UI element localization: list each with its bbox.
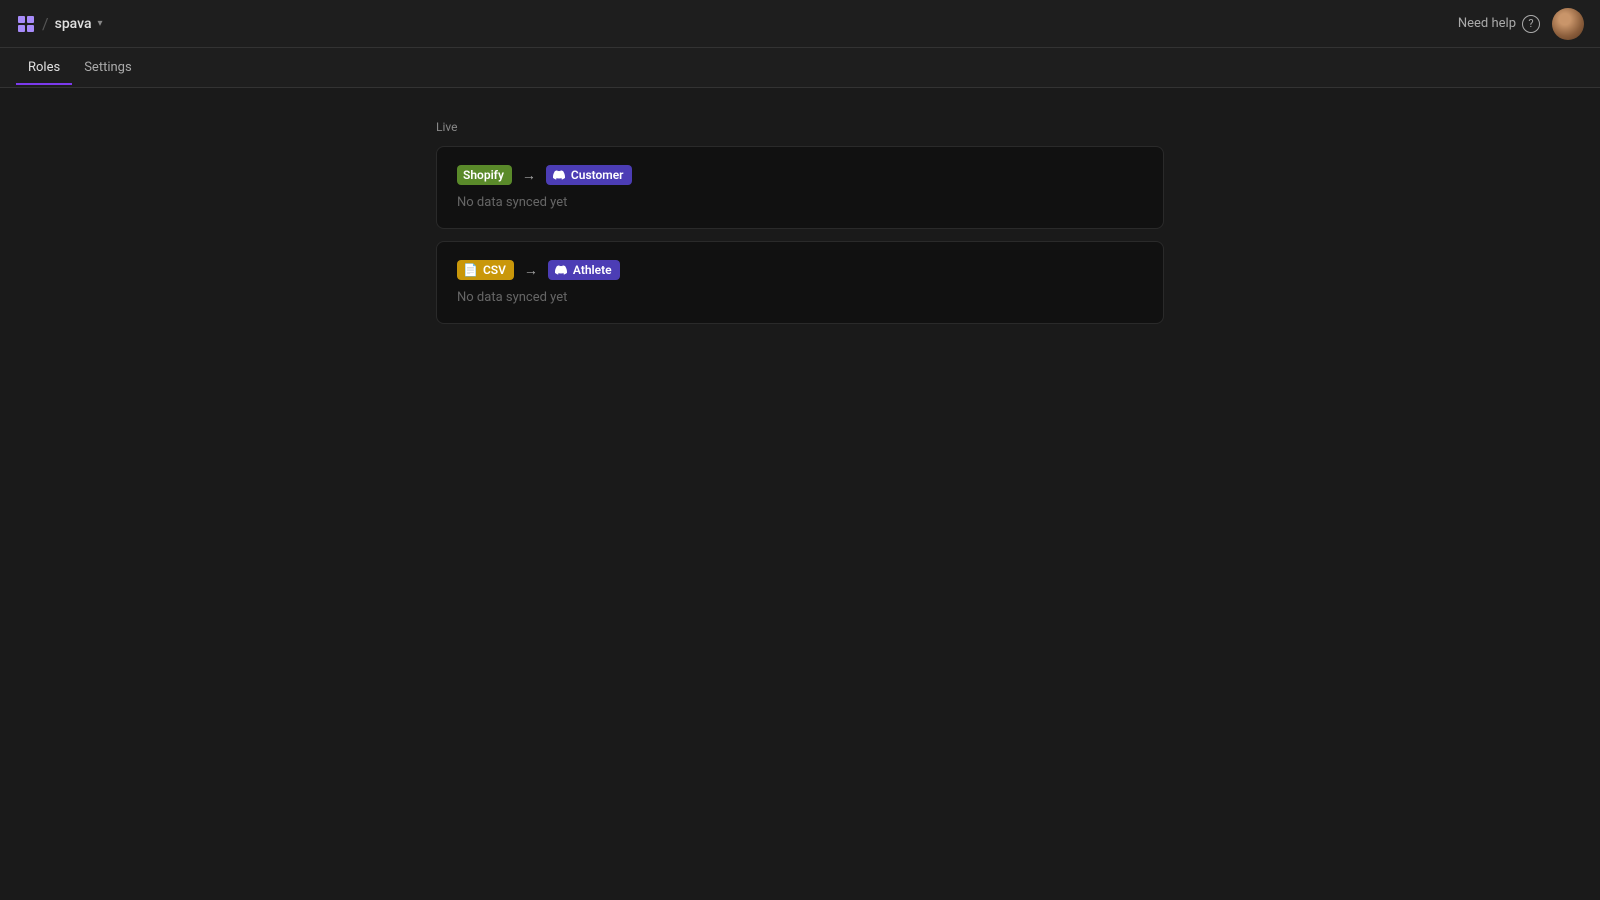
header-left: / spava ▾: [16, 14, 103, 34]
sync-card-csv-athlete[interactable]: 📄 CSV → Athlete No data synced yet: [436, 241, 1164, 324]
sync-card-shopify-customer[interactable]: Shopify → Customer No data synced yet: [436, 146, 1164, 229]
tab-settings[interactable]: Settings: [72, 50, 143, 85]
discord-icon-customer: [552, 168, 566, 182]
content-wrapper: Live Shopify → Customer No data synced y…: [436, 120, 1164, 336]
section-live-label: Live: [436, 120, 1164, 134]
sync-arrow-icon-1: →: [522, 167, 536, 184]
sync-card-header-shopify: Shopify → Customer: [457, 165, 1143, 185]
need-help-label: Need help: [1458, 16, 1516, 31]
main-content: Live Shopify → Customer No data synced y…: [0, 88, 1600, 368]
sync-arrow-icon-2: →: [524, 262, 538, 279]
sync-card-header-csv: 📄 CSV → Athlete: [457, 260, 1143, 280]
app-logo[interactable]: / spava ▾: [16, 14, 103, 34]
sync-status-shopify: No data synced yet: [457, 195, 1143, 210]
athlete-destination-badge: Athlete: [548, 260, 620, 280]
discord-icon-athlete: [554, 263, 568, 277]
breadcrumb-separator: /: [42, 14, 49, 33]
csv-source-label: CSV: [483, 263, 506, 277]
tab-settings-label: Settings: [84, 60, 131, 75]
need-help-button[interactable]: Need help ?: [1458, 15, 1540, 33]
athlete-destination-label: Athlete: [573, 263, 612, 277]
customer-destination-label: Customer: [571, 168, 624, 182]
tab-roles-label: Roles: [28, 60, 60, 75]
help-circle-icon: ?: [1522, 15, 1540, 33]
sync-status-csv: No data synced yet: [457, 290, 1143, 305]
app-dropdown-arrow[interactable]: ▾: [98, 18, 103, 29]
user-avatar[interactable]: [1552, 8, 1584, 40]
csv-source-badge: 📄 CSV: [457, 260, 514, 280]
app-header: / spava ▾ Need help ?: [0, 0, 1600, 48]
tab-roles[interactable]: Roles: [16, 50, 72, 85]
nav-tabs: Roles Settings: [0, 48, 1600, 88]
avatar-image: [1552, 8, 1584, 40]
shopify-source-badge: Shopify: [457, 165, 512, 185]
shopify-source-label: Shopify: [463, 168, 504, 182]
file-icon: 📄: [463, 263, 478, 277]
logo-icon: [16, 14, 36, 34]
customer-destination-badge: Customer: [546, 165, 632, 185]
header-right: Need help ?: [1458, 8, 1584, 40]
app-name-label: spava: [55, 16, 92, 32]
